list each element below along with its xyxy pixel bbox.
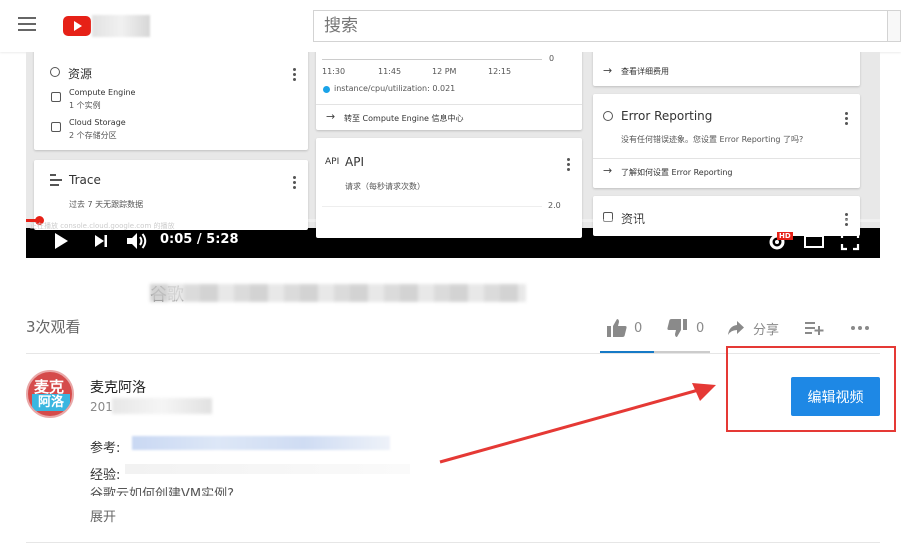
api-y-tick: 2.0 [548,201,561,210]
arrow-right-icon: → [603,64,613,77]
top-bar [0,0,901,52]
more-icon [293,176,296,191]
divider [593,158,860,159]
error-reporting-card: Error Reporting 没有任何错误迹象。您设置 Error Repor… [593,94,860,188]
time-current: 0:05 [160,232,193,247]
resources-title: 资源 [68,67,93,81]
like-button[interactable]: 0 [606,316,642,340]
more-icon [293,68,296,83]
cpu-legend: instance/cpu/utilization: 0.021 [334,84,456,93]
y-tick-zero: 0 [549,54,555,63]
error-reporting-icon [603,111,613,121]
x-tick: 11:45 [378,67,402,76]
theater-mode-icon[interactable] [803,230,825,252]
share-button[interactable]: 分享 [727,316,779,340]
youtube-logo[interactable] [63,16,91,36]
video-frame: 资源 Compute Engine 1 个实例 Cloud Storage 2 … [26,52,880,238]
trace-sub: 过去 7 天无跟踪数据 [69,200,144,209]
divider [26,542,880,543]
channel-name[interactable]: 麦克阿洛 [90,377,146,397]
more-actions-button[interactable] [850,316,870,340]
fullscreen-icon[interactable] [840,230,860,252]
more-horizontal-icon [851,326,869,330]
resources-icon [50,67,60,77]
add-to-playlist-icon [805,322,824,335]
description-line: 谷歌云如何创建VM实例? [90,487,235,496]
time-total: 5:28 [206,232,239,247]
view-count: 3次观看 [26,318,81,336]
hd-badge: HD [777,232,793,240]
x-tick: 11:30 [322,67,346,76]
cpu-link: 转至 Compute Engine 信息中心 [344,114,464,123]
api-icon: API [325,157,340,167]
title-blur [150,284,526,302]
legend-dot-icon [323,86,330,93]
date-blur [112,398,212,414]
x-tick: 12:15 [488,67,512,76]
api-card: API API 请求（每秒请求次数） 2.0 [316,138,582,238]
publish-date: 201 [90,400,113,414]
description-experience-label: 经验: [90,468,121,483]
resources-card: 资源 Compute Engine 1 个实例 Cloud Storage 2 … [34,52,308,150]
error-reporting-title: Error Reporting [621,109,713,123]
compute-engine-label: Compute Engine [69,88,136,97]
arrow-right-icon: → [326,110,336,123]
cloud-storage-icon [51,122,61,132]
api-gridline [322,206,542,207]
compute-engine-count: 1 个实例 [69,101,101,110]
api-title: API [345,155,364,169]
thumbs-up-icon [607,319,627,337]
dislike-button[interactable]: 0 [666,316,704,340]
reference-link-blurred[interactable] [132,436,390,450]
avatar[interactable]: 麦克 阿洛 [26,370,74,418]
trace-title: Trace [69,173,101,187]
cpu-chart-card: 0 11:30 11:45 12 PM 12:15 instance/cpu/u… [316,52,582,130]
next-icon[interactable] [92,230,110,252]
dislike-count: 0 [696,320,705,336]
search-input[interactable] [314,11,887,41]
volume-icon[interactable] [125,230,149,252]
time-display: 0:05 / 5:28 [160,232,239,247]
arrow-right-icon: → [603,164,613,177]
billing-link: 查看详细费用 [621,67,669,76]
trace-icon [50,174,62,186]
description-line-clip: 谷歌云如何创建VM实例? [90,486,260,496]
api-sub: 请求（每秒请求次数） [345,182,425,191]
chart-baseline [322,59,542,60]
play-icon[interactable] [52,230,70,252]
menu-icon[interactable] [18,17,36,31]
annotation-arrow [439,383,716,464]
add-to-playlist-button[interactable] [804,316,824,340]
cloud-storage-count: 2 个存储分区 [69,131,117,140]
avatar-text-bottom: 阿洛 [32,394,70,411]
error-reporting-sub: 没有任何错误迹象。您设置 Error Reporting 了吗? [621,135,804,144]
cloud-storage-label: Cloud Storage [69,118,126,127]
description-reference-label: 参考: [90,441,121,456]
time-separator: / [192,232,207,247]
share-icon [728,321,744,335]
search-box[interactable] [313,10,888,42]
video-player[interactable]: 资源 Compute Engine 1 个实例 Cloud Storage 2 … [26,52,880,258]
more-icon [567,158,570,173]
x-tick: 12 PM [432,67,457,76]
more-icon [845,112,848,127]
thumbs-down-icon [667,319,687,337]
search-button[interactable] [888,10,901,42]
logo-text-blurred [92,15,150,37]
expand-description-button[interactable]: 展开 [90,506,116,525]
share-label: 分享 [753,322,780,338]
like-count: 0 [634,320,643,336]
billing-card: → 查看详细费用 [593,52,860,86]
divider [316,104,582,105]
error-reporting-link: 了解如何设置 Error Reporting [621,168,733,177]
compute-engine-icon [51,92,61,102]
experience-text-blurred [125,464,410,474]
annotation-highlight-box [726,346,896,432]
